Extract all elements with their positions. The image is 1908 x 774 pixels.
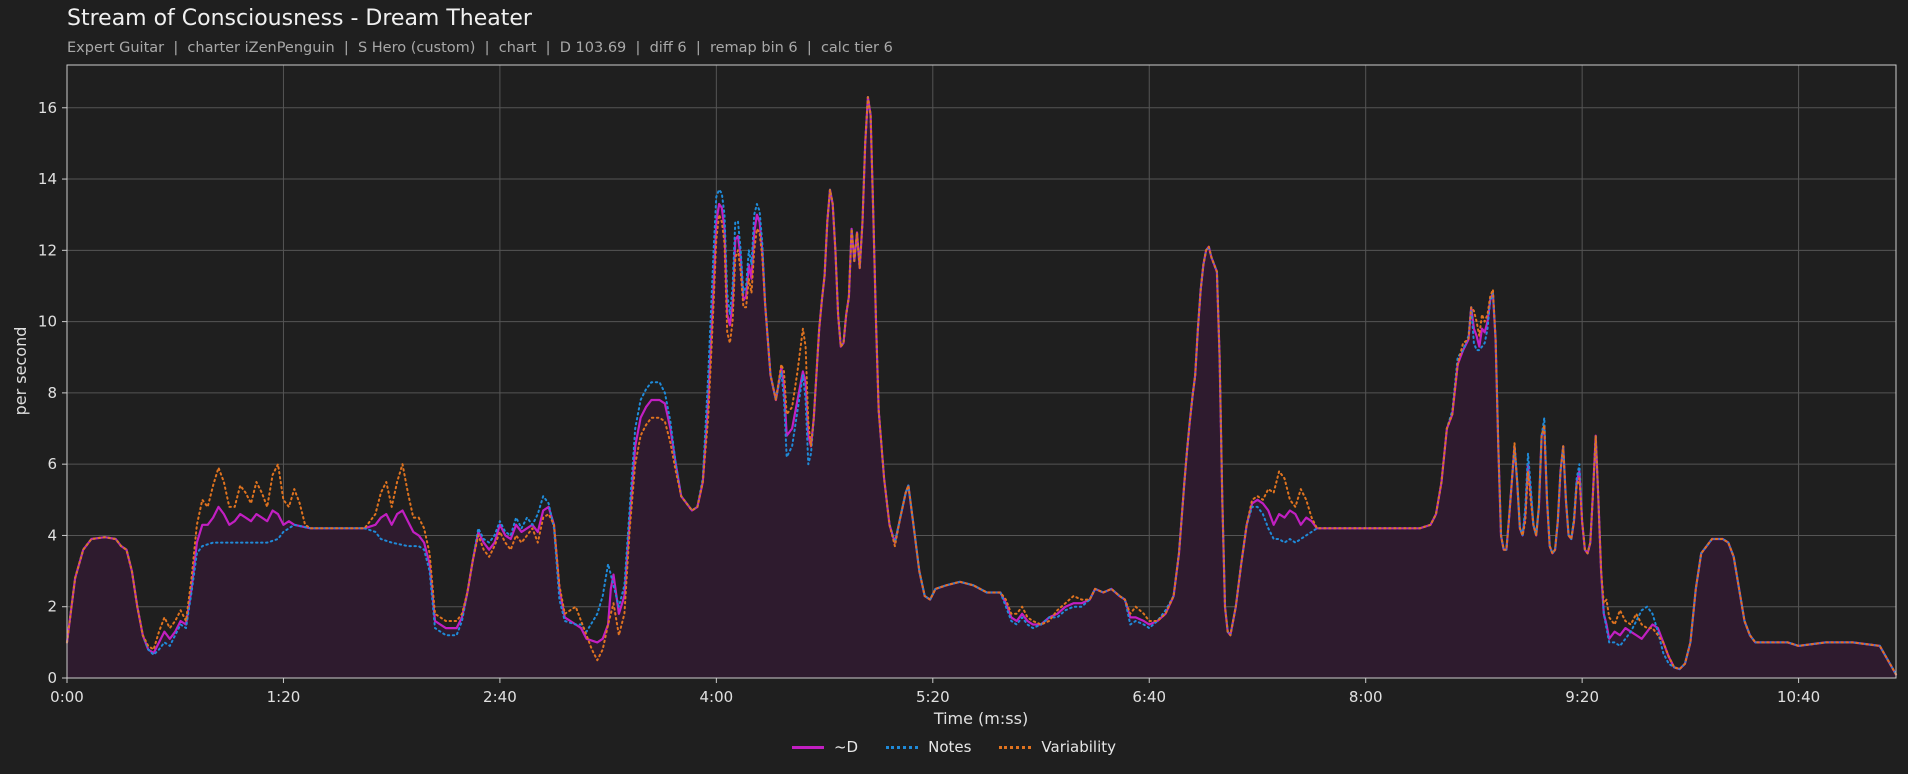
y-tick-label: 6 [47, 455, 57, 473]
legend-label: Variability [1041, 738, 1117, 756]
legend-item: ~D [791, 738, 859, 756]
x-axis-title: Time (m:ss) [933, 709, 1028, 728]
x-tick-label: 8:00 [1349, 688, 1383, 706]
y-tick-label: 10 [38, 313, 57, 331]
legend-label: Notes [928, 738, 972, 756]
y-tick-label: 8 [47, 384, 57, 402]
x-tick-label: 2:40 [483, 688, 517, 706]
y-tick-label: 4 [47, 526, 57, 544]
x-tick-label: 4:00 [700, 688, 734, 706]
legend: ~D Notes Variability [0, 738, 1908, 756]
y-tick-label: 0 [47, 669, 57, 687]
x-tick-label: 1:20 [267, 688, 301, 706]
y-tick-label: 16 [38, 99, 57, 117]
legend-swatch [791, 745, 824, 749]
legend-swatch [999, 745, 1032, 749]
y-tick-label: 12 [38, 241, 57, 259]
legend-item: Variability [999, 738, 1116, 756]
x-tick-label: 0:00 [50, 688, 84, 706]
chart-svg: 0:00 1:20 2:40 4:00 5:20 6:40 8:00 9:20 10:40 0 2 4… [11, 64, 1898, 728]
legend-swatch [886, 745, 919, 749]
x-tick-label: 5:20 [916, 688, 950, 706]
y-axis-title: per second [11, 327, 30, 416]
x-tick-label: 10:40 [1777, 688, 1820, 706]
legend-item: Notes [886, 738, 971, 756]
x-tick-label: 6:40 [1132, 688, 1166, 706]
x-tick-label: 9:20 [1565, 688, 1599, 706]
legend-label: ~D [833, 738, 859, 756]
y-tick-label: 14 [38, 170, 57, 188]
y-tick-label: 2 [47, 598, 57, 616]
